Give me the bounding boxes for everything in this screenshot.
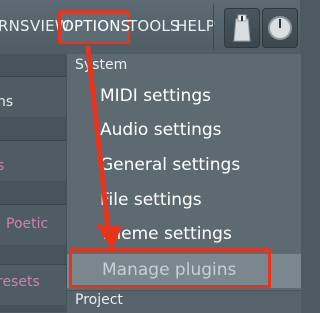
menu-help[interactable]: HELP xyxy=(176,17,215,35)
browser-item-label[interactable]: resets xyxy=(0,274,40,290)
menu-bar: RNS VIEW OPTIONS TOOLS HELP xyxy=(0,0,300,54)
menu-item-midi-settings[interactable]: MIDI settings xyxy=(100,86,211,106)
menu-tools[interactable]: TOOLS xyxy=(128,17,180,35)
menu-item-file-settings[interactable]: File settings xyxy=(100,190,202,210)
menu-item-theme-settings[interactable]: Theme settings xyxy=(100,224,232,244)
browser-row xyxy=(0,140,66,181)
menu-item-audio-settings[interactable]: Audio settings xyxy=(100,120,222,140)
section-header-bar: Project xyxy=(67,290,301,313)
dial-icon[interactable] xyxy=(262,8,298,48)
menu-patterns[interactable]: RNS xyxy=(0,17,30,35)
browser-item-label[interactable]: s xyxy=(0,158,4,174)
manage-plugins-highlight-box xyxy=(69,248,271,288)
toolbar-separator xyxy=(213,4,214,50)
section-header-system: System xyxy=(75,57,128,73)
section-header-project: Project xyxy=(75,292,123,308)
browser-item-label[interactable]: Poetic xyxy=(6,216,48,232)
menu-item-general-settings[interactable]: General settings xyxy=(100,155,240,175)
browser-item-label[interactable]: ns xyxy=(0,94,13,110)
menu-options[interactable]: OPTIONS xyxy=(62,17,130,35)
knob-icon[interactable] xyxy=(224,8,260,48)
